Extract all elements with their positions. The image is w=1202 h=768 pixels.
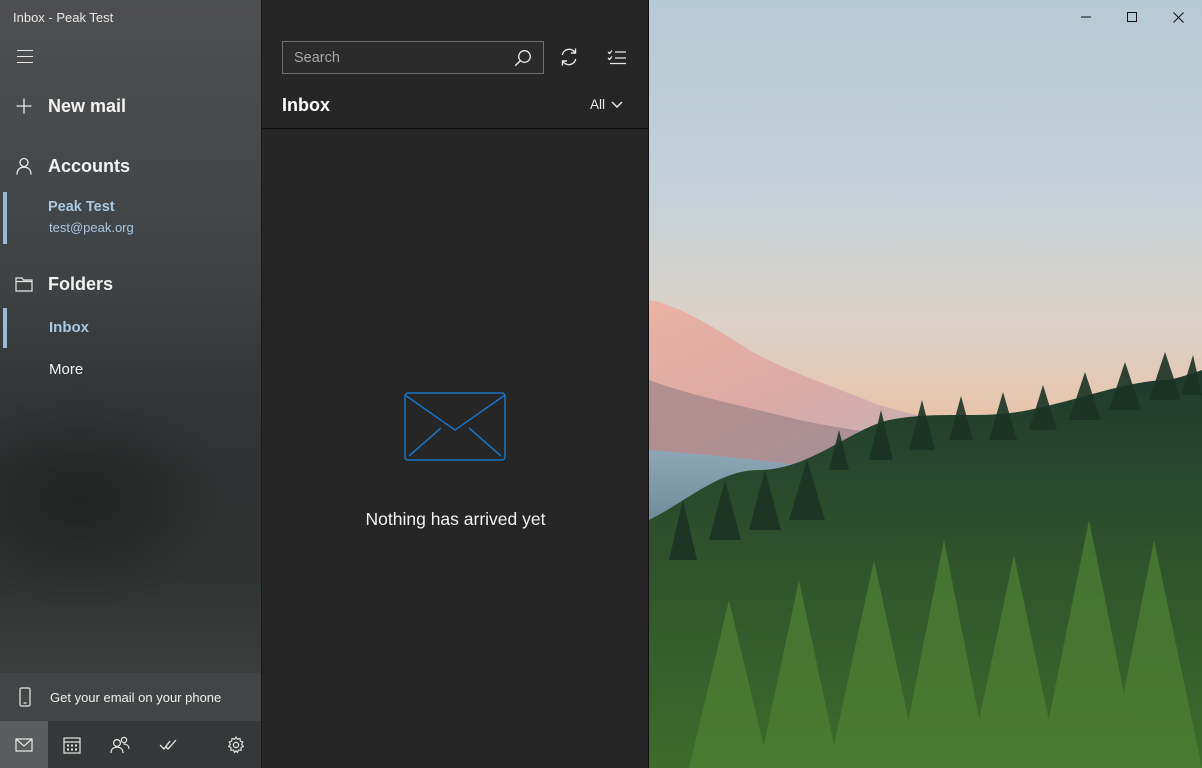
calendar-button[interactable]	[48, 721, 96, 768]
empty-state-message: Nothing has arrived yet	[365, 509, 546, 529]
search-icon[interactable]	[503, 49, 543, 67]
person-icon	[0, 157, 48, 175]
mountain-landscape-image	[649, 0, 1202, 768]
todo-button[interactable]	[144, 721, 192, 768]
account-email: test@peak.org	[49, 220, 134, 235]
window-title: Inbox - Peak Test	[13, 10, 114, 25]
folder-icon	[0, 276, 48, 292]
reading-pane-background	[649, 0, 1202, 768]
new-mail-button[interactable]: New mail	[0, 92, 261, 120]
nav-background-art	[0, 360, 261, 680]
account-name: Peak Test	[48, 199, 115, 215]
settings-icon	[227, 735, 245, 754]
maximize-button[interactable]	[1109, 0, 1155, 34]
search-input[interactable]	[283, 42, 503, 73]
selection-mode-button[interactable]	[603, 43, 631, 71]
mail-icon	[15, 737, 33, 752]
close-icon	[1172, 11, 1184, 23]
people-button[interactable]	[96, 721, 144, 768]
folder-selection-indicator	[3, 308, 7, 348]
message-list-pane: Inbox All Nothing has arrived yet	[262, 0, 649, 768]
list-header-divider	[262, 128, 649, 129]
folder-item-more[interactable]: More	[49, 361, 83, 378]
chevron-down-icon	[611, 100, 623, 108]
close-button[interactable]	[1155, 0, 1201, 34]
navigation-pane: Inbox - Peak Test New mail Accounts Peak…	[0, 0, 262, 768]
checklist-icon	[607, 50, 626, 65]
people-icon	[110, 736, 130, 753]
sync-icon	[561, 48, 577, 66]
maximize-icon	[1127, 12, 1137, 22]
accounts-label: Accounts	[48, 155, 131, 176]
mail-button[interactable]	[0, 721, 48, 768]
plus-icon	[0, 98, 48, 114]
minimize-button[interactable]	[1063, 0, 1109, 34]
new-mail-label: New mail	[48, 95, 127, 116]
search-box	[282, 41, 544, 74]
phone-promo-text: Get your email on your phone	[50, 689, 222, 705]
phone-promo-link[interactable]: Get your email on your phone	[0, 673, 261, 721]
folder-item-inbox[interactable]: Inbox	[49, 319, 89, 336]
sync-button[interactable]	[555, 43, 583, 71]
account-item[interactable]	[0, 192, 261, 244]
filter-label: All	[590, 97, 606, 112]
filter-dropdown[interactable]: All	[590, 97, 623, 112]
todo-icon	[159, 739, 177, 750]
bottom-bar-spacer	[192, 721, 212, 768]
empty-envelope-icon	[404, 392, 506, 467]
calendar-icon	[63, 736, 81, 754]
accounts-heading[interactable]: Accounts	[0, 152, 261, 180]
app-switcher-bar	[0, 721, 261, 768]
folder-title: Inbox	[282, 95, 330, 115]
phone-icon	[0, 687, 50, 707]
settings-button[interactable]	[212, 721, 260, 768]
hamburger-menu-button[interactable]	[14, 46, 36, 66]
folders-heading[interactable]: Folders	[0, 270, 261, 298]
folders-label: Folders	[48, 273, 114, 294]
minimize-icon	[1081, 16, 1091, 18]
